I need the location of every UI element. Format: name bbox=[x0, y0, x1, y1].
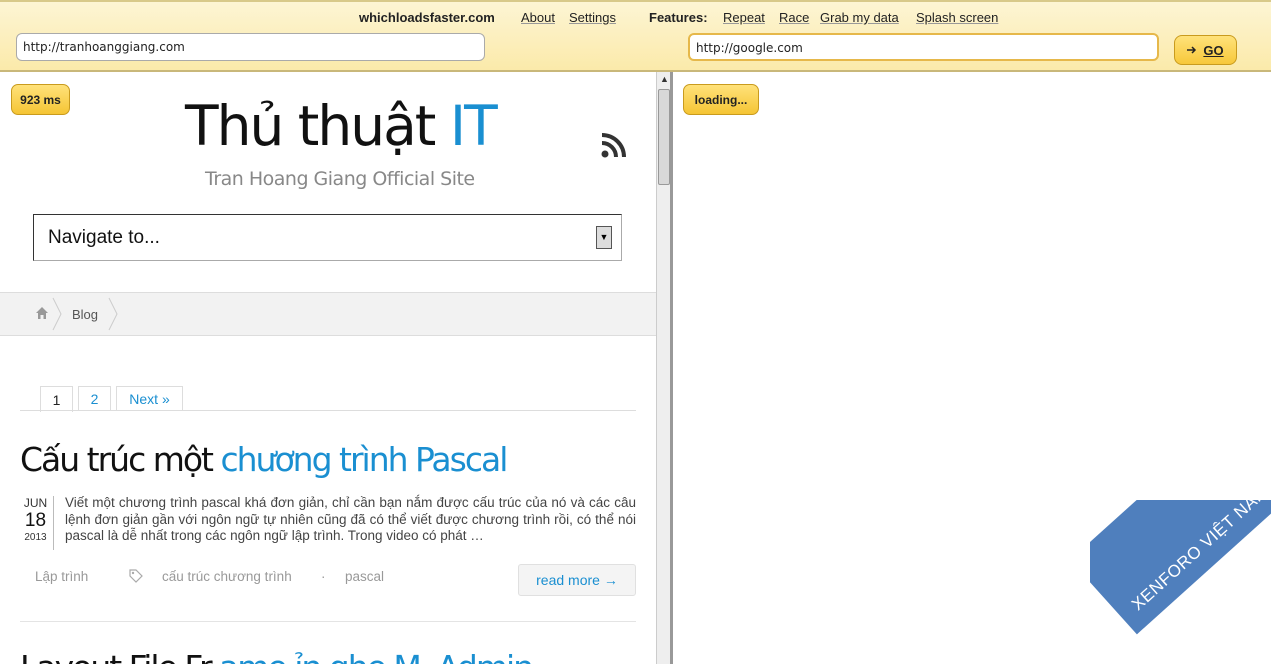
post-date: JUN 18 2013 bbox=[18, 496, 54, 550]
post-title-main: Cấu trúc một bbox=[20, 440, 214, 479]
next-post-title-main: Layout File Fr bbox=[20, 648, 213, 664]
page-2-tab[interactable]: 2 bbox=[78, 386, 111, 411]
tag-separator: · bbox=[321, 569, 326, 584]
go-button[interactable]: GO bbox=[1174, 35, 1237, 65]
features-label: Features: bbox=[649, 10, 708, 25]
feature-grab-data-link[interactable]: Grab my data bbox=[820, 10, 899, 25]
left-url-input[interactable]: http://tranhoanggiang.com bbox=[16, 33, 485, 61]
feature-splash-screen-link[interactable]: Splash screen bbox=[916, 10, 998, 25]
post-tag-link[interactable]: cấu trúc chương trình bbox=[162, 569, 292, 584]
chevron-down-icon: ▼ bbox=[596, 226, 612, 249]
post-date-month: JUN bbox=[23, 496, 48, 510]
post-date-day: 18 bbox=[24, 510, 47, 531]
site-title[interactable]: Thủ thuật IT bbox=[185, 94, 498, 158]
site-title-main: Thủ thuật bbox=[185, 94, 436, 158]
page-1-tab[interactable]: 1 bbox=[40, 386, 73, 412]
post-excerpt: Viết một chương trình pascal khá đơn giả… bbox=[65, 495, 636, 543]
site-subtitle: Tran Hoang Giang Official Site bbox=[205, 168, 475, 190]
about-link[interactable]: About bbox=[521, 10, 555, 25]
feature-race-link[interactable]: Race bbox=[779, 10, 809, 25]
post-title[interactable]: Cấu trúc một chương trình Pascal bbox=[20, 440, 509, 479]
next-page-tab[interactable]: Next » bbox=[116, 386, 183, 411]
scrollbar-thumb[interactable] bbox=[658, 89, 670, 185]
post-category-link[interactable]: Lập trình bbox=[35, 569, 88, 584]
left-page-frame[interactable]: 923 ms Thủ thuật IT Tran Hoang Giang Off… bbox=[0, 72, 656, 664]
next-post-title-accent: ame ỉn ghe M. Admin bbox=[219, 648, 534, 664]
next-post-title[interactable]: Layout File Fr ame ỉn ghe M. Admin bbox=[20, 648, 534, 664]
toolbar: whichloadsfaster.com About Settings Feat… bbox=[0, 0, 1271, 72]
rss-icon[interactable] bbox=[600, 133, 628, 159]
breadcrumb-separator bbox=[108, 297, 118, 331]
post-divider bbox=[20, 621, 636, 622]
site-title-accent: IT bbox=[449, 94, 498, 158]
pager-divider bbox=[20, 410, 636, 411]
tag-icon bbox=[129, 569, 143, 583]
breadcrumb-separator bbox=[52, 297, 62, 331]
left-pane-scrollbar[interactable]: ▲ bbox=[656, 72, 671, 664]
post-date-year: 2013 bbox=[24, 532, 47, 543]
right-url-input[interactable]: http://google.com bbox=[688, 33, 1159, 61]
brand-name: whichloadsfaster.com bbox=[359, 10, 495, 25]
arrow-right-icon bbox=[1187, 46, 1197, 54]
post-title-accent: chương trình Pascal bbox=[220, 440, 509, 479]
load-time-badge: 923 ms bbox=[11, 84, 70, 115]
settings-link[interactable]: Settings bbox=[569, 10, 616, 25]
post-tag-link[interactable]: pascal bbox=[345, 569, 384, 584]
breadcrumb: Blog bbox=[0, 292, 656, 336]
navigate-select-value: Navigate to... bbox=[48, 227, 160, 248]
go-label: GO bbox=[1203, 42, 1224, 58]
breadcrumb-item-blog[interactable]: Blog bbox=[72, 307, 98, 322]
feature-repeat-link[interactable]: Repeat bbox=[723, 10, 765, 25]
read-more-button[interactable]: read more → bbox=[518, 564, 636, 596]
loading-badge: loading... bbox=[683, 84, 759, 115]
navigate-select[interactable]: Navigate to... ▼ bbox=[33, 214, 622, 261]
home-icon[interactable] bbox=[35, 306, 49, 320]
